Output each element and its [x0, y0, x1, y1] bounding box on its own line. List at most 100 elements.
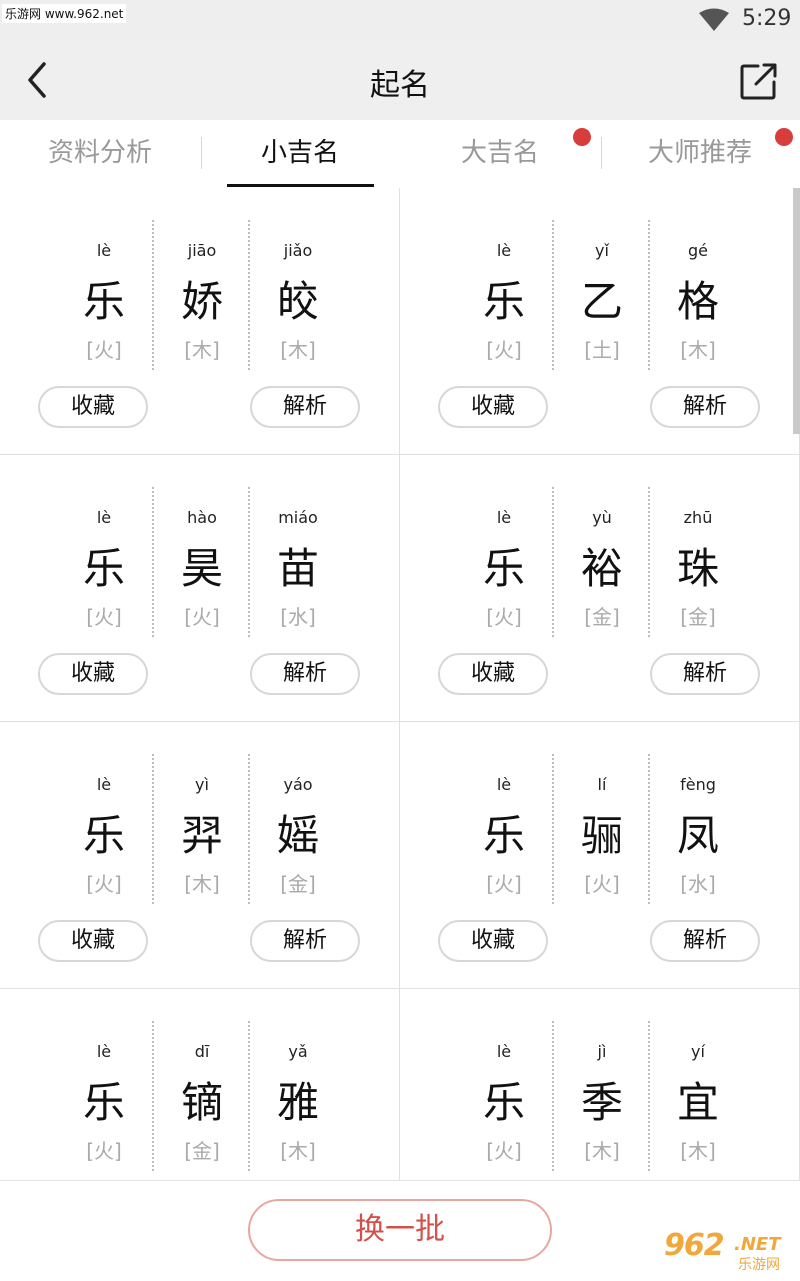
pinyin-text: yǎ: [288, 1042, 308, 1061]
hanzi-char: 乐: [482, 544, 525, 593]
hanzi-char: 季: [580, 1078, 623, 1127]
name-card: lè 乐 [火] jiāo 娇 [木] jiǎo 皎 [木] 收藏 解析: [0, 188, 400, 455]
pinyin-text: lí: [597, 775, 607, 794]
name-char-column: hào 昊 [火]: [152, 487, 250, 637]
watermark-text: 乐游网 www.962.net: [2, 4, 127, 23]
hanzi-char: 镝: [180, 1078, 223, 1127]
collect-button[interactable]: 收藏: [438, 920, 548, 962]
wuxing-element: [金]: [584, 605, 620, 629]
name-card-grid: lè 乐 [火] jiāo 娇 [木] jiǎo 皎 [木] 收藏 解析 lè 乐 [火] yǐ 乙 [土] gé…: [0, 188, 800, 1180]
refresh-batch-button[interactable]: 换一批: [248, 1199, 552, 1261]
name-char-column: jiāo 娇 [木]: [152, 220, 250, 370]
analyze-button[interactable]: 解析: [650, 386, 760, 428]
wuxing-element: [火]: [86, 1139, 122, 1163]
tab-big-lucky-name[interactable]: 大吉名: [400, 120, 600, 188]
pinyin-text: jiǎo: [283, 241, 313, 260]
name-char-column: yǐ 乙 [土]: [552, 220, 650, 370]
name-card: lè乐[火]jì季[木]yí宜[木]收藏解析: [400, 989, 800, 1180]
analyze-button[interactable]: 解析: [250, 920, 360, 962]
pinyin-text: lè: [96, 241, 112, 260]
pinyin-text: yí: [691, 1042, 705, 1061]
hanzi-char: 乐: [482, 811, 525, 860]
wuxing-element: [金]: [280, 872, 316, 896]
hanzi-char: 昊: [180, 544, 223, 593]
tab-divider: [201, 137, 202, 169]
pinyin-text: lè: [496, 508, 512, 527]
hanzi-char: 乐: [482, 1078, 525, 1127]
wuxing-element: [火]: [486, 872, 522, 896]
pinyin-text: dī: [194, 1042, 210, 1061]
analyze-button[interactable]: 解析: [250, 653, 360, 695]
name-char-column: miáo 苗 [水]: [248, 487, 346, 637]
wuxing-element: [火]: [86, 872, 122, 896]
wuxing-element: [水]: [680, 872, 716, 896]
name-char-column: dī 镝 [金]: [152, 1021, 250, 1171]
wuxing-element: [金]: [680, 605, 716, 629]
wuxing-element: [木]: [184, 872, 220, 896]
wuxing-element: [木]: [184, 338, 220, 362]
status-bar: 乐游网 www.962.net 5:29: [0, 0, 800, 40]
wuxing-element: [金]: [184, 1139, 220, 1163]
name-char-column: jì 季 [木]: [552, 1021, 650, 1171]
collect-button[interactable]: 收藏: [438, 386, 548, 428]
name-char-column: lí 骊 [火]: [552, 754, 650, 904]
analyze-button[interactable]: 解析: [650, 920, 760, 962]
hanzi-char: 皎: [276, 277, 319, 326]
name-char-column: yǎ 雅 [木]: [248, 1021, 346, 1171]
hanzi-char: 乐: [82, 544, 125, 593]
pinyin-text: lè: [96, 508, 112, 527]
pinyin-text: lè: [96, 1042, 112, 1061]
name-char-column: gé 格 [木]: [648, 220, 746, 370]
pinyin-text: yǐ: [595, 241, 609, 260]
wuxing-element: [水]: [280, 605, 316, 629]
wuxing-element: [木]: [680, 338, 716, 362]
site-logo: 962 .NET 乐游网: [664, 1228, 781, 1273]
wuxing-element: [火]: [486, 605, 522, 629]
pinyin-text: gé: [688, 241, 708, 260]
hanzi-char: 乐: [82, 1078, 125, 1127]
name-char-column: yù 裕 [金]: [552, 487, 650, 637]
name-char-column: lè 乐 [火]: [456, 754, 552, 904]
analyze-button[interactable]: 解析: [650, 653, 760, 695]
collect-button[interactable]: 收藏: [38, 653, 148, 695]
pinyin-text: lè: [96, 775, 112, 794]
tab-divider: [601, 137, 602, 169]
wuxing-element: [火]: [486, 1139, 522, 1163]
hanzi-char: 苗: [276, 544, 319, 593]
tab-data-analysis[interactable]: 资料分析: [0, 120, 200, 188]
pinyin-text: yáo: [283, 775, 313, 794]
wuxing-element: [木]: [280, 338, 316, 362]
wuxing-element: [木]: [680, 1139, 716, 1163]
wuxing-element: [火]: [86, 605, 122, 629]
hanzi-char: 凤: [676, 811, 719, 860]
share-icon[interactable]: [738, 60, 780, 102]
clock: 5:29: [742, 6, 792, 31]
pinyin-text: lè: [496, 1042, 512, 1061]
scrollbar[interactable]: [793, 188, 800, 434]
hanzi-char: 珠: [676, 544, 719, 593]
hanzi-char: 宜: [676, 1078, 719, 1127]
pinyin-text: lè: [496, 775, 512, 794]
active-tab-indicator: [227, 184, 374, 187]
name-card: lè 乐 [火] lí 骊 [火] fèng 凤 [水] 收藏 解析: [400, 722, 800, 989]
hanzi-char: 裕: [580, 544, 623, 593]
tab-notification-dot: [573, 128, 591, 146]
hanzi-char: 乐: [482, 277, 525, 326]
pinyin-text: yù: [592, 508, 612, 527]
analyze-button[interactable]: 解析: [250, 386, 360, 428]
name-card: lè 乐 [火] yì 羿 [木] yáo 媱 [金] 收藏 解析: [0, 722, 400, 989]
name-card: lè 乐 [火] hào 昊 [火] miáo 苗 [水] 收藏 解析: [0, 455, 400, 722]
name-char-column: yí 宜 [木]: [648, 1021, 746, 1171]
name-char-column: yì 羿 [木]: [152, 754, 250, 904]
collect-button[interactable]: 收藏: [438, 653, 548, 695]
pinyin-text: zhū: [683, 508, 713, 527]
tab-master-recommend[interactable]: 大师推荐: [600, 120, 800, 188]
name-char-column: lè 乐 [火]: [456, 1021, 552, 1171]
collect-button[interactable]: 收藏: [38, 920, 148, 962]
collect-button[interactable]: 收藏: [38, 386, 148, 428]
hanzi-char: 娇: [180, 277, 223, 326]
tab-small-lucky-name[interactable]: 小吉名: [200, 120, 400, 188]
hanzi-char: 乐: [82, 811, 125, 860]
pinyin-text: miáo: [278, 508, 318, 527]
hanzi-char: 雅: [276, 1078, 319, 1127]
